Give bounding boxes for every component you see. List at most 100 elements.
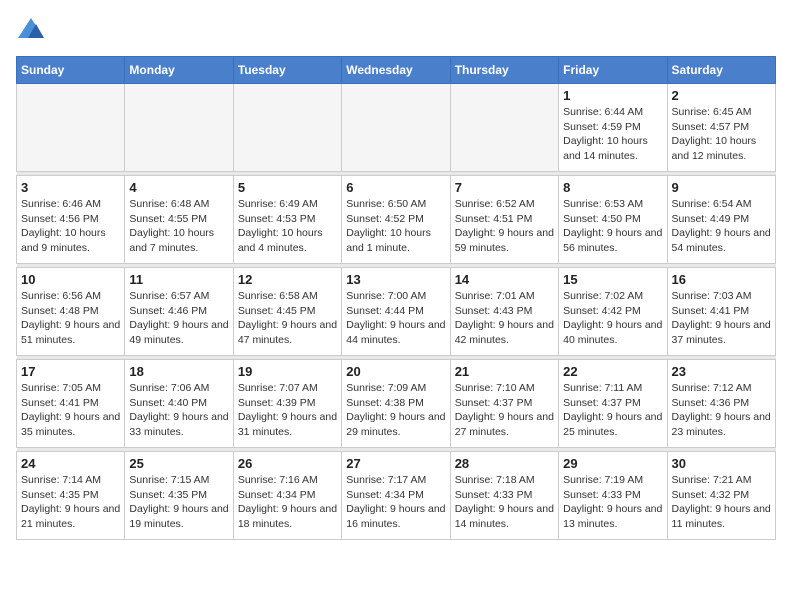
calendar-day-cell: 20 Sunrise: 7:09 AM Sunset: 4:38 PM Dayli…	[342, 360, 450, 448]
day-number: 11	[129, 272, 228, 287]
day-number: 2	[672, 88, 771, 103]
day-info: Sunrise: 7:21 AM Sunset: 4:32 PM Dayligh…	[672, 473, 771, 532]
day-number: 4	[129, 180, 228, 195]
calendar-day-cell: 26 Sunrise: 7:16 AM Sunset: 4:34 PM Dayli…	[233, 452, 341, 540]
day-info: Sunrise: 6:46 AM Sunset: 4:56 PM Dayligh…	[21, 197, 120, 256]
calendar-week-row-5: 24Sunrise: 7:14 AM Sunset: 4:35 PM Dayli…	[17, 452, 776, 540]
calendar-day-cell: 11 Sunrise: 6:57 AM Sunset: 4:46 PM Dayli…	[125, 268, 233, 356]
day-info: Sunrise: 6:44 AM Sunset: 4:59 PM Dayligh…	[563, 105, 662, 164]
calendar-week-row-4: 17Sunrise: 7:05 AM Sunset: 4:41 PM Dayli…	[17, 360, 776, 448]
calendar-day-cell: 3 Sunrise: 6:46 AM Sunset: 4:56 PM Daylig…	[17, 176, 125, 264]
day-number: 18	[129, 364, 228, 379]
day-info: Sunrise: 7:09 AM Sunset: 4:38 PM Dayligh…	[346, 381, 445, 440]
calendar-day-cell: 12 Sunrise: 6:58 AM Sunset: 4:45 PM Dayli…	[233, 268, 341, 356]
calendar-day-cell: 16Sunrise: 7:03 AM Sunset: 4:41 PM Dayli…	[667, 268, 775, 356]
calendar-day-cell: 24Sunrise: 7:14 AM Sunset: 4:35 PM Dayli…	[17, 452, 125, 540]
day-info: Sunrise: 7:18 AM Sunset: 4:33 PM Dayligh…	[455, 473, 554, 532]
calendar-day-cell: 2 Sunrise: 6:45 AM Sunset: 4:57 PM Daylig…	[667, 84, 775, 172]
weekday-header-saturday: Saturday	[667, 57, 775, 84]
day-number: 30	[672, 456, 771, 471]
day-number: 21	[455, 364, 554, 379]
day-number: 12	[238, 272, 337, 287]
day-number: 3	[21, 180, 120, 195]
calendar-day-cell: 27Sunrise: 7:17 AM Sunset: 4:34 PM Dayli…	[342, 452, 450, 540]
logo-icon	[16, 16, 46, 46]
calendar-day-cell: 7 Sunrise: 6:52 AM Sunset: 4:51 PM Daylig…	[450, 176, 558, 264]
day-info: Sunrise: 6:53 AM Sunset: 4:50 PM Dayligh…	[563, 197, 662, 256]
day-info: Sunrise: 7:11 AM Sunset: 4:37 PM Dayligh…	[563, 381, 662, 440]
calendar-day-cell: 8 Sunrise: 6:53 AM Sunset: 4:50 PM Daylig…	[559, 176, 667, 264]
day-number: 25	[129, 456, 228, 471]
day-number: 16	[672, 272, 771, 287]
calendar-table: SundayMondayTuesdayWednesdayThursdayFrid…	[16, 56, 776, 540]
day-info: Sunrise: 6:56 AM Sunset: 4:48 PM Dayligh…	[21, 289, 120, 348]
calendar-day-cell: 4 Sunrise: 6:48 AM Sunset: 4:55 PM Daylig…	[125, 176, 233, 264]
day-info: Sunrise: 6:58 AM Sunset: 4:45 PM Dayligh…	[238, 289, 337, 348]
day-number: 6	[346, 180, 445, 195]
day-number: 27	[346, 456, 445, 471]
day-number: 13	[346, 272, 445, 287]
calendar-day-cell: 28Sunrise: 7:18 AM Sunset: 4:33 PM Dayli…	[450, 452, 558, 540]
calendar-day-cell: 30 Sunrise: 7:21 AM Sunset: 4:32 PM Dayli…	[667, 452, 775, 540]
calendar-day-cell	[450, 84, 558, 172]
day-number: 17	[21, 364, 120, 379]
day-number: 7	[455, 180, 554, 195]
day-info: Sunrise: 7:16 AM Sunset: 4:34 PM Dayligh…	[238, 473, 337, 532]
calendar-day-cell: 9 Sunrise: 6:54 AM Sunset: 4:49 PM Daylig…	[667, 176, 775, 264]
calendar-day-cell: 6 Sunrise: 6:50 AM Sunset: 4:52 PM Daylig…	[342, 176, 450, 264]
calendar-day-cell	[233, 84, 341, 172]
day-info: Sunrise: 6:45 AM Sunset: 4:57 PM Dayligh…	[672, 105, 771, 164]
calendar-day-cell: 29 Sunrise: 7:19 AM Sunset: 4:33 PM Dayli…	[559, 452, 667, 540]
weekday-header-friday: Friday	[559, 57, 667, 84]
calendar-day-cell: 13 Sunrise: 7:00 AM Sunset: 4:44 PM Dayli…	[342, 268, 450, 356]
calendar-day-cell: 25 Sunrise: 7:15 AM Sunset: 4:35 PM Dayli…	[125, 452, 233, 540]
day-number: 29	[563, 456, 662, 471]
day-number: 19	[238, 364, 337, 379]
day-info: Sunrise: 6:49 AM Sunset: 4:53 PM Dayligh…	[238, 197, 337, 256]
calendar-day-cell: 18 Sunrise: 7:06 AM Sunset: 4:40 PM Dayli…	[125, 360, 233, 448]
day-info: Sunrise: 6:54 AM Sunset: 4:49 PM Dayligh…	[672, 197, 771, 256]
calendar-day-cell: 19 Sunrise: 7:07 AM Sunset: 4:39 PM Dayli…	[233, 360, 341, 448]
calendar-week-row-3: 10 Sunrise: 6:56 AM Sunset: 4:48 PM Dayli…	[17, 268, 776, 356]
day-number: 23	[672, 364, 771, 379]
weekday-header-tuesday: Tuesday	[233, 57, 341, 84]
calendar-day-cell: 14Sunrise: 7:01 AM Sunset: 4:43 PM Dayli…	[450, 268, 558, 356]
calendar-day-cell: 1 Sunrise: 6:44 AM Sunset: 4:59 PM Daylig…	[559, 84, 667, 172]
calendar-week-row-1: 1 Sunrise: 6:44 AM Sunset: 4:59 PM Daylig…	[17, 84, 776, 172]
day-info: Sunrise: 7:02 AM Sunset: 4:42 PM Dayligh…	[563, 289, 662, 348]
day-number: 26	[238, 456, 337, 471]
day-info: Sunrise: 7:10 AM Sunset: 4:37 PM Dayligh…	[455, 381, 554, 440]
calendar-day-cell	[342, 84, 450, 172]
day-info: Sunrise: 7:15 AM Sunset: 4:35 PM Dayligh…	[129, 473, 228, 532]
weekday-header-wednesday: Wednesday	[342, 57, 450, 84]
day-number: 8	[563, 180, 662, 195]
day-number: 22	[563, 364, 662, 379]
day-number: 5	[238, 180, 337, 195]
day-info: Sunrise: 7:00 AM Sunset: 4:44 PM Dayligh…	[346, 289, 445, 348]
calendar-day-cell: 22 Sunrise: 7:11 AM Sunset: 4:37 PM Dayli…	[559, 360, 667, 448]
calendar-day-cell: 5 Sunrise: 6:49 AM Sunset: 4:53 PM Daylig…	[233, 176, 341, 264]
day-number: 20	[346, 364, 445, 379]
day-info: Sunrise: 7:14 AM Sunset: 4:35 PM Dayligh…	[21, 473, 120, 532]
calendar-day-cell	[125, 84, 233, 172]
calendar-week-row-2: 3 Sunrise: 6:46 AM Sunset: 4:56 PM Daylig…	[17, 176, 776, 264]
calendar-day-cell: 21 Sunrise: 7:10 AM Sunset: 4:37 PM Dayli…	[450, 360, 558, 448]
day-info: Sunrise: 7:06 AM Sunset: 4:40 PM Dayligh…	[129, 381, 228, 440]
calendar-day-cell: 17Sunrise: 7:05 AM Sunset: 4:41 PM Dayli…	[17, 360, 125, 448]
calendar-day-cell	[17, 84, 125, 172]
day-info: Sunrise: 7:01 AM Sunset: 4:43 PM Dayligh…	[455, 289, 554, 348]
day-info: Sunrise: 6:57 AM Sunset: 4:46 PM Dayligh…	[129, 289, 228, 348]
calendar-header-row: SundayMondayTuesdayWednesdayThursdayFrid…	[17, 57, 776, 84]
day-number: 9	[672, 180, 771, 195]
day-info: Sunrise: 6:48 AM Sunset: 4:55 PM Dayligh…	[129, 197, 228, 256]
logo	[16, 16, 50, 46]
day-number: 1	[563, 88, 662, 103]
day-info: Sunrise: 7:19 AM Sunset: 4:33 PM Dayligh…	[563, 473, 662, 532]
day-number: 15	[563, 272, 662, 287]
day-info: Sunrise: 6:50 AM Sunset: 4:52 PM Dayligh…	[346, 197, 445, 256]
day-number: 10	[21, 272, 120, 287]
day-info: Sunrise: 6:52 AM Sunset: 4:51 PM Dayligh…	[455, 197, 554, 256]
day-info: Sunrise: 7:07 AM Sunset: 4:39 PM Dayligh…	[238, 381, 337, 440]
day-info: Sunrise: 7:12 AM Sunset: 4:36 PM Dayligh…	[672, 381, 771, 440]
page-header	[16, 16, 776, 46]
